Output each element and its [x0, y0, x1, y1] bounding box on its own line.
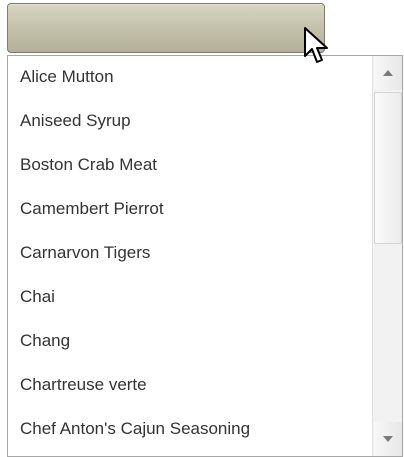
list-item[interactable]: Chang [8, 319, 372, 363]
dropdown-list: Alice Mutton Aniseed Syrup Boston Crab M… [7, 55, 403, 457]
vertical-scrollbar[interactable] [372, 56, 402, 456]
list-item[interactable]: Chartreuse verte [8, 363, 372, 407]
list-item[interactable]: Boston Crab Meat [8, 143, 372, 187]
arrow-up-icon [383, 70, 393, 76]
list-item[interactable]: Chef Anton's Cajun Seasoning [8, 407, 372, 451]
list-item[interactable]: Aniseed Syrup [8, 99, 372, 143]
mouse-pointer-icon [304, 27, 328, 63]
scrollbar-thumb[interactable] [374, 92, 402, 244]
list-item[interactable]: Chai [8, 275, 372, 319]
list-item[interactable]: Camembert Pierrot [8, 187, 372, 231]
dropdown-header[interactable] [7, 3, 325, 53]
scroll-up-button[interactable] [374, 56, 402, 90]
list-item[interactable]: Carnarvon Tigers [8, 231, 372, 275]
options-list: Alice Mutton Aniseed Syrup Boston Crab M… [8, 56, 372, 456]
arrow-down-icon [383, 436, 393, 442]
scroll-down-button[interactable] [374, 422, 402, 456]
